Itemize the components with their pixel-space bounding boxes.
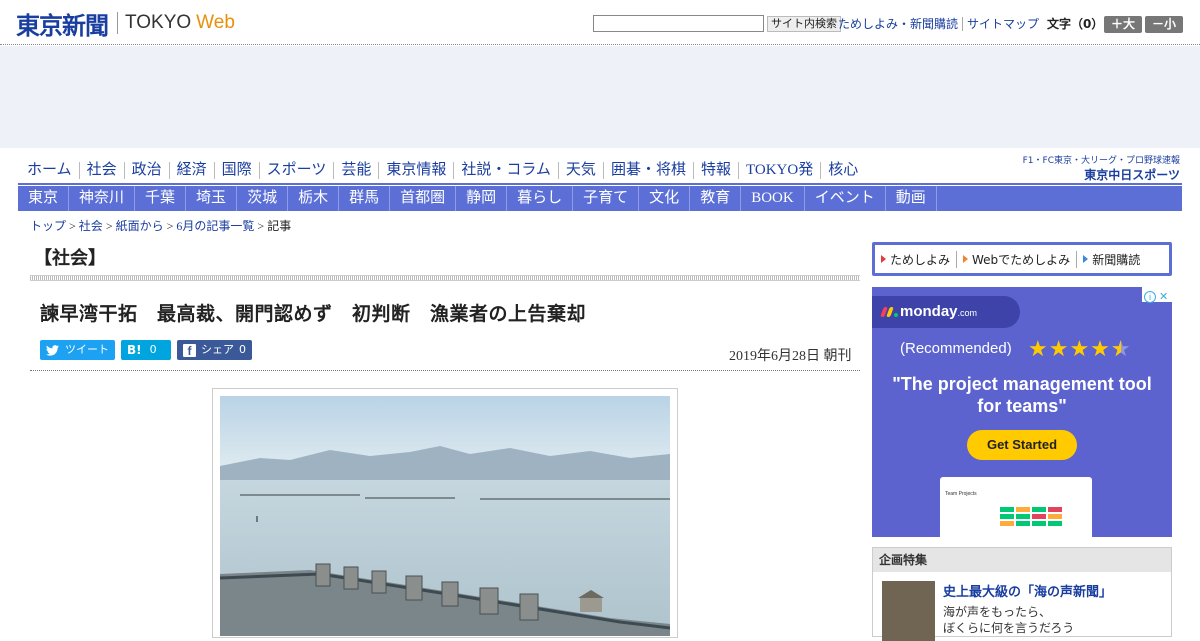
region-chiba[interactable]: 千葉 bbox=[135, 186, 187, 211]
subscribe-link[interactable]: 新聞購読 bbox=[1076, 250, 1146, 268]
ad-product-screenshot: Team Projects bbox=[940, 477, 1092, 537]
article-headline: 諫早湾干拓 最高裁、開門認めず 初判断 漁業者の上告棄却 bbox=[40, 303, 587, 325]
section-label: 【社会】 bbox=[34, 248, 106, 269]
feature-description: 海が声をもったら、 ぼくらに何を言うだろう bbox=[943, 605, 1075, 635]
site-logo[interactable]: 東京新聞 TOKYO Web bbox=[16, 8, 235, 40]
triangle-arrow-icon bbox=[881, 255, 886, 263]
facebook-share-label: シェア bbox=[201, 343, 234, 356]
photo-isahaya-bay-gates bbox=[220, 396, 670, 636]
breadcrumb-print[interactable]: 紙面から bbox=[116, 219, 164, 233]
nav-education[interactable]: 教育 bbox=[690, 186, 742, 211]
nav-tokyo-hatsu[interactable]: TOKYO発 bbox=[737, 161, 820, 179]
nav-book[interactable]: BOOK bbox=[741, 186, 805, 211]
feature-thumbnail[interactable] bbox=[882, 581, 935, 641]
breadcrumb-society[interactable]: 社会 bbox=[79, 219, 103, 233]
section-divider bbox=[30, 275, 860, 281]
tweet-button[interactable]: ツイート bbox=[40, 340, 115, 360]
chunichi-banner-title: 東京中日スポーツ bbox=[1084, 168, 1180, 182]
nav-home[interactable]: ホーム bbox=[20, 162, 79, 179]
font-size-label: 文字（0） bbox=[1047, 17, 1104, 31]
top-ad-area bbox=[0, 46, 1200, 148]
region-saitama[interactable]: 埼玉 bbox=[186, 186, 238, 211]
region-nav: 東京 神奈川 千葉 埼玉 茨城 栃木 群馬 首都圏 静岡 暮らし 子育て 文化 … bbox=[18, 186, 1182, 211]
nav-kakushin[interactable]: 核心 bbox=[820, 161, 865, 179]
ad-brand-logo: monday.com bbox=[872, 296, 1020, 328]
header-link-subscribe[interactable]: ためしよみ・新聞購読 bbox=[834, 17, 962, 31]
region-shutoken[interactable]: 首都圏 bbox=[390, 186, 457, 211]
nav-event[interactable]: イベント bbox=[805, 186, 886, 211]
nav-economy[interactable]: 経済 bbox=[168, 161, 214, 179]
facebook-count: 0 bbox=[239, 343, 246, 356]
nav-special-report[interactable]: 特報 bbox=[692, 161, 738, 179]
triangle-arrow-icon bbox=[1083, 255, 1089, 263]
triangle-arrow-icon bbox=[963, 255, 969, 263]
hatena-bookmark-icon: B! bbox=[127, 343, 142, 357]
twitter-bird-icon bbox=[46, 344, 59, 356]
facebook-share-button[interactable]: f シェア 0 bbox=[177, 340, 252, 360]
nav-living[interactable]: 暮らし bbox=[507, 186, 574, 211]
font-larger-button[interactable]: ＋大 bbox=[1104, 16, 1142, 33]
article-divider bbox=[30, 370, 860, 371]
breadcrumb-current: 記事 bbox=[267, 219, 292, 233]
header-link-sitemap[interactable]: サイトマップ bbox=[962, 17, 1043, 31]
nav-go-shogi[interactable]: 囲碁・将棋 bbox=[602, 161, 693, 179]
breadcrumb-top[interactable]: トップ bbox=[30, 219, 66, 233]
site-search-input[interactable] bbox=[593, 15, 764, 32]
chunichi-sports-banner[interactable]: F1・FC東京・大リーグ・プロ野球速報 東京中日スポーツ bbox=[1022, 153, 1180, 182]
logo-english: TOKYO Web bbox=[125, 12, 235, 34]
nav-weather[interactable]: 天気 bbox=[557, 161, 603, 179]
article-photo bbox=[220, 396, 670, 636]
ad-recommended: (Recommended) bbox=[900, 340, 1012, 357]
nav-politics[interactable]: 政治 bbox=[123, 161, 169, 179]
ad-rating-stars: ★★★★★★ bbox=[1028, 337, 1132, 362]
nav-society[interactable]: 社会 bbox=[78, 161, 124, 179]
region-tokyo[interactable]: 東京 bbox=[18, 186, 70, 211]
ad-screenshot-grid bbox=[1000, 507, 1062, 526]
nav-sports[interactable]: スポーツ bbox=[258, 161, 334, 179]
logo-web: Web bbox=[196, 12, 235, 33]
breadcrumb: トップ > 社会 > 紙面から > 6月の記事一覧 > 記事 bbox=[30, 219, 292, 233]
logo-tokyo: TOKYO bbox=[125, 12, 192, 33]
region-shizuoka[interactable]: 静岡 bbox=[456, 186, 508, 211]
ad-headline: "The project management tool for teams" bbox=[892, 374, 1152, 416]
hatena-count: 0 bbox=[149, 343, 157, 356]
logo-japanese: 東京新聞 bbox=[16, 11, 109, 40]
trial-reading-link[interactable]: ためしよみ bbox=[879, 251, 956, 268]
chunichi-banner-subtitle: F1・FC東京・大リーグ・プロ野球速報 bbox=[1022, 156, 1180, 166]
nav-entertainment[interactable]: 芸能 bbox=[333, 161, 378, 179]
monday-logo-icon bbox=[880, 307, 898, 317]
nav-international[interactable]: 国際 bbox=[213, 161, 259, 179]
main-nav: ホーム 社会 政治 経済 国際 スポーツ 芸能 東京情報 社説・コラム 天気 囲… bbox=[20, 158, 865, 182]
nav-tokyo-info[interactable]: 東京情報 bbox=[378, 161, 453, 179]
feature-box: 企画特集 史上最大級の「海の声新聞」 海が声をもったら、 ぼくらに何を言うだろう bbox=[872, 547, 1172, 641]
ad-screenshot-title: Team Projects bbox=[945, 491, 977, 497]
nav-culture[interactable]: 文化 bbox=[639, 186, 691, 211]
region-kanagawa[interactable]: 神奈川 bbox=[69, 186, 136, 211]
feature-heading: 企画特集 bbox=[873, 548, 1171, 572]
ad-get-started-button[interactable]: Get Started bbox=[967, 430, 1077, 460]
subscription-links: ためしよみ Webでためしよみ 新聞購読 bbox=[872, 242, 1172, 276]
region-ibaraki[interactable]: 茨城 bbox=[237, 186, 289, 211]
nav-editorial[interactable]: 社説・コラム bbox=[453, 161, 558, 179]
site-header: 東京新聞 TOKYO Web サイト内検索 ためしよみ・新聞購読 サイトマップ 文… bbox=[0, 0, 1200, 45]
region-gunma[interactable]: 群馬 bbox=[339, 186, 391, 211]
logo-divider bbox=[117, 12, 118, 34]
site-search-button[interactable]: サイト内検索 bbox=[767, 16, 841, 32]
nav-parenting[interactable]: 子育て bbox=[573, 186, 640, 211]
tweet-label: ツイート bbox=[65, 343, 109, 356]
feature-title-link[interactable]: 史上最大級の「海の声新聞」 bbox=[943, 581, 1112, 600]
web-trial-reading-link[interactable]: Webでためしよみ bbox=[956, 250, 1076, 268]
header-links: ためしよみ・新聞購読 サイトマップ bbox=[834, 15, 1043, 33]
hatena-bookmark-button[interactable]: B! 0 bbox=[121, 340, 171, 360]
nav-video[interactable]: 動画 bbox=[886, 186, 937, 211]
sidebar-ad[interactable]: i✕ monday.com (Recommended) ★★★★★★ "The … bbox=[872, 287, 1172, 537]
adchoices-icon[interactable]: i ✕ bbox=[1142, 287, 1172, 303]
font-smaller-button[interactable]: －小 bbox=[1145, 16, 1183, 33]
article-date: 2019年6月28日 朝刊 bbox=[729, 349, 852, 364]
region-tochigi[interactable]: 栃木 bbox=[288, 186, 340, 211]
nav-divider bbox=[18, 183, 1182, 185]
breadcrumb-month-list[interactable]: 6月の記事一覧 bbox=[176, 219, 254, 233]
facebook-icon: f bbox=[183, 343, 196, 358]
